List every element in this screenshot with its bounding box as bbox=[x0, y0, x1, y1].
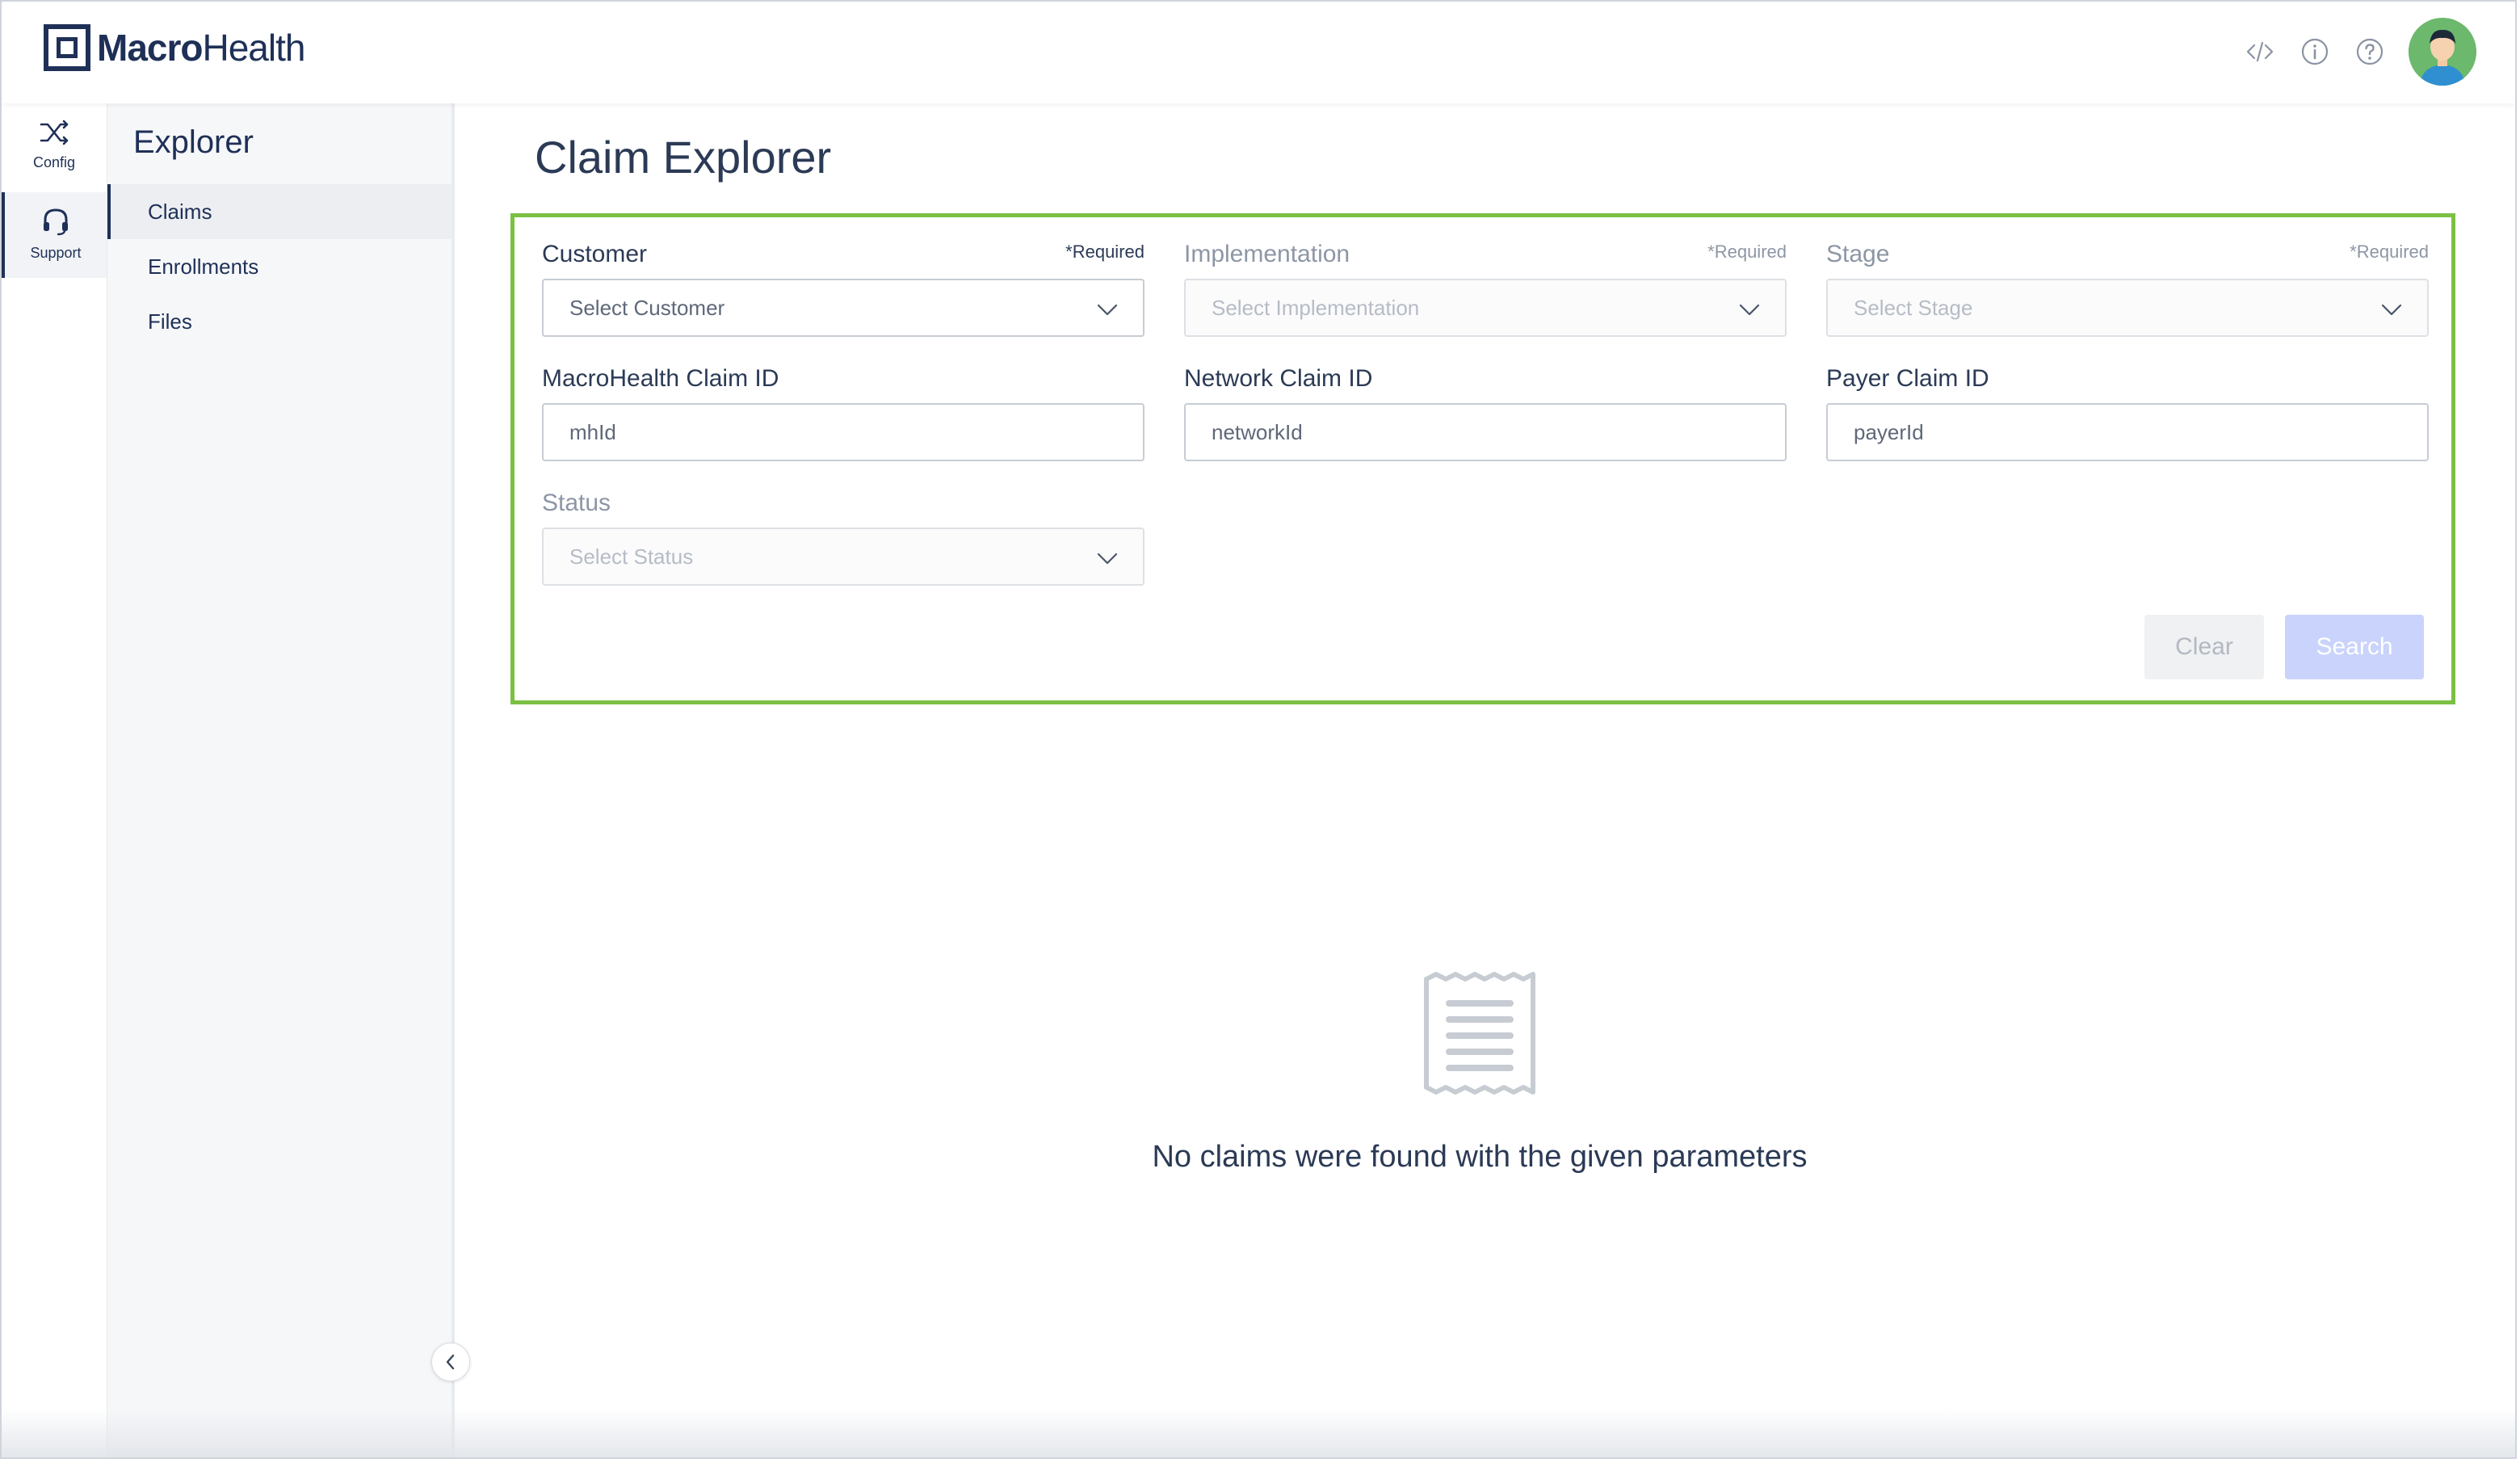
network-claim-id-input[interactable]: networkId bbox=[1184, 403, 1787, 461]
stage-label: Stage bbox=[1826, 241, 1890, 267]
chevron-down-icon bbox=[1097, 304, 1118, 316]
implementation-label: Implementation bbox=[1184, 241, 1350, 267]
shuffle-icon bbox=[40, 120, 69, 145]
implementation-select-placeholder: Select Implementation bbox=[1212, 295, 1420, 320]
implementation-select[interactable]: Select Implementation bbox=[1184, 279, 1787, 337]
customer-select-placeholder: Select Customer bbox=[569, 295, 725, 320]
implementation-required: *Required bbox=[1707, 242, 1787, 262]
info-icon[interactable] bbox=[2299, 36, 2331, 68]
mh-claim-id-label: MacroHealth Claim ID bbox=[542, 365, 779, 392]
payer-claim-id-label: Payer Claim ID bbox=[1826, 365, 1989, 392]
headset-icon bbox=[44, 208, 68, 236]
rail-item-config[interactable]: Config bbox=[2, 118, 107, 204]
network-claim-id-placeholder: networkId bbox=[1212, 419, 1303, 444]
payer-claim-id-field: Payer Claim ID payerId bbox=[1826, 363, 2429, 461]
sidebar-item-claims[interactable]: Claims bbox=[107, 184, 452, 239]
stage-select[interactable]: Select Stage bbox=[1826, 279, 2429, 337]
mh-claim-id-input[interactable]: mhId bbox=[542, 403, 1144, 461]
page-title: Claim Explorer bbox=[535, 132, 832, 183]
sidebar-title: Explorer bbox=[133, 124, 254, 160]
search-button[interactable]: Search bbox=[2285, 615, 2424, 679]
logo-text: MacroHealth bbox=[97, 27, 305, 69]
app-window: MacroHealth Config Support Explorer Clai… bbox=[0, 0, 2517, 1459]
network-claim-id-field: Network Claim ID networkId bbox=[1184, 363, 1787, 461]
chevron-left-icon bbox=[446, 1354, 455, 1370]
payer-claim-id-placeholder: payerId bbox=[1854, 419, 1924, 444]
code-icon[interactable] bbox=[2244, 36, 2276, 68]
stage-field: Stage *Required Select Stage bbox=[1826, 238, 2429, 337]
empty-state: No claims were found with the given para… bbox=[995, 971, 1964, 1175]
rail-item-support[interactable]: Support bbox=[2, 192, 107, 278]
status-label: Status bbox=[542, 490, 611, 516]
sidebar-item-files[interactable]: Files bbox=[107, 294, 452, 349]
sidebar-item-enrollments[interactable]: Enrollments bbox=[107, 239, 452, 294]
customer-field: Customer *Required Select Customer bbox=[542, 238, 1144, 337]
implementation-field: Implementation *Required Select Implemen… bbox=[1184, 238, 1787, 337]
top-actions bbox=[2244, 18, 2476, 86]
collapse-sidebar-button[interactable] bbox=[431, 1343, 470, 1381]
clear-button[interactable]: Clear bbox=[2144, 615, 2264, 679]
top-bar: MacroHealth bbox=[2, 2, 2515, 103]
user-avatar[interactable] bbox=[2409, 18, 2476, 86]
receipt-icon bbox=[1424, 972, 1535, 1095]
chevron-down-icon bbox=[1739, 304, 1760, 316]
stage-select-placeholder: Select Stage bbox=[1854, 295, 1973, 320]
empty-state-message: No claims were found with the given para… bbox=[1152, 1140, 1808, 1174]
explorer-sidebar: Explorer Claims Enrollments Files bbox=[107, 103, 455, 1457]
customer-label: Customer bbox=[542, 241, 648, 267]
chevron-down-icon bbox=[1097, 553, 1118, 565]
network-claim-id-label: Network Claim ID bbox=[1184, 365, 1373, 392]
mh-claim-id-field: MacroHealth Claim ID mhId bbox=[542, 363, 1144, 461]
payer-claim-id-input[interactable]: payerId bbox=[1826, 403, 2429, 461]
help-icon[interactable] bbox=[2354, 36, 2386, 68]
claim-search-form: Customer *Required Select Customer Imple… bbox=[510, 213, 2455, 704]
logo-mark-icon bbox=[44, 24, 90, 71]
bottom-edge bbox=[2, 1409, 2515, 1457]
brand-logo[interactable]: MacroHealth bbox=[44, 24, 305, 71]
status-field: Status Select Status bbox=[542, 487, 1144, 586]
stage-required: *Required bbox=[2350, 242, 2429, 262]
chevron-down-icon bbox=[2381, 304, 2402, 316]
left-rail: Config Support bbox=[2, 103, 107, 1457]
customer-required: *Required bbox=[1065, 242, 1144, 262]
rail-label-config: Config bbox=[32, 154, 76, 170]
customer-select[interactable]: Select Customer bbox=[542, 279, 1144, 337]
status-select[interactable]: Select Status bbox=[542, 528, 1144, 586]
rail-label-support: Support bbox=[30, 245, 82, 261]
mh-claim-id-placeholder: mhId bbox=[569, 419, 616, 444]
status-select-placeholder: Select Status bbox=[569, 544, 694, 569]
